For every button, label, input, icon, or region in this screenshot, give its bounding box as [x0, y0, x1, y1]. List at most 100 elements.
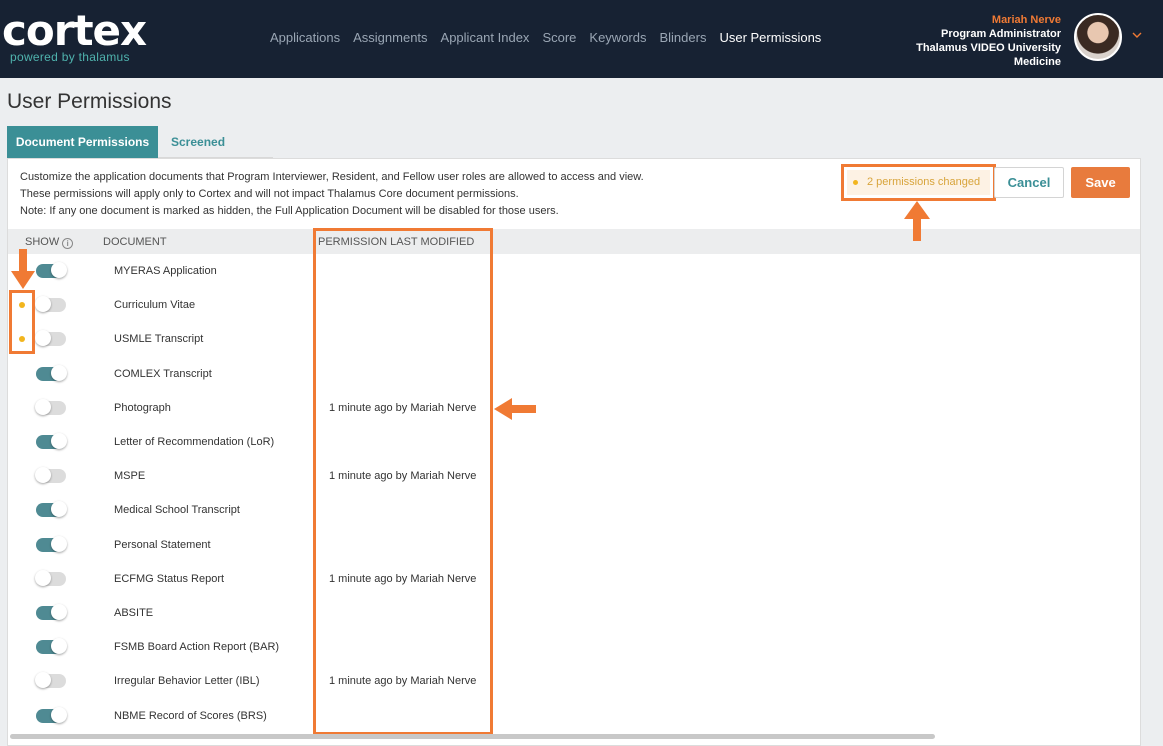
modified-column-highlight	[313, 228, 493, 735]
user-name: Mariah Nerve	[991, 14, 1061, 26]
top-navigation-bar: cortex powered by thalamus Applications …	[0, 0, 1163, 78]
table-header: SHOW i DOCUMENT PERMISSION LAST MODIFIED	[8, 229, 1140, 254]
description-line: These permissions will apply only to Cor…	[20, 188, 519, 200]
document-name: ECFMG Status Report	[114, 572, 225, 585]
save-button[interactable]: Save	[1071, 167, 1130, 198]
nav-score[interactable]: Score	[542, 30, 576, 45]
cancel-button[interactable]: Cancel	[994, 167, 1064, 198]
document-name: Irregular Behavior Letter (IBL)	[114, 675, 260, 688]
document-name: USMLE Transcript	[114, 333, 204, 346]
table-row: COMLEX Transcript	[8, 357, 1140, 391]
show-toggle[interactable]	[36, 433, 67, 449]
description-line: Note: If any one document is marked as h…	[20, 205, 559, 217]
toggle-knob	[51, 262, 67, 278]
document-name: Photograph	[114, 401, 171, 414]
left-arrow-icon	[494, 398, 536, 420]
toggle-knob	[51, 535, 67, 552]
chevron-down-icon[interactable]	[1132, 28, 1142, 42]
document-name: Letter of Recommendation (LoR)	[114, 436, 275, 448]
toggle-knob	[35, 467, 51, 484]
nav-user-permissions[interactable]: User Permissions	[719, 30, 821, 45]
description: Customize the application documents that…	[20, 169, 644, 220]
changed-dots-highlight	[9, 290, 35, 354]
show-toggle[interactable]	[36, 535, 67, 552]
nav-keywords[interactable]: Keywords	[589, 30, 646, 45]
toggle-knob	[51, 364, 67, 381]
user-org: Thalamus VIDEO University	[916, 42, 1061, 54]
horizontal-scrollbar[interactable]	[10, 734, 935, 739]
toggle-knob	[35, 672, 51, 689]
document-name: MSPE	[114, 470, 146, 483]
table-row: Personal Statement	[8, 528, 1140, 562]
document-name: Medical School Transcript	[114, 504, 240, 517]
toggle-knob	[51, 433, 67, 449]
show-toggle[interactable]	[35, 398, 66, 415]
toggle-knob	[35, 330, 51, 347]
toggle-knob	[51, 604, 67, 620]
table-row: Letter of Recommendation (LoR)	[8, 425, 1140, 459]
cortex-logo[interactable]: cortex powered by thalamus	[2, 8, 147, 68]
toggle-knob	[35, 296, 51, 313]
info-icon[interactable]: i	[62, 238, 74, 249]
table-row: Medical School Transcript	[8, 493, 1140, 527]
toggle-knob	[51, 706, 67, 723]
logo-tagline: powered by thalamus	[10, 50, 130, 64]
toggle-knob	[35, 569, 51, 586]
user-role: Program Administrator	[940, 28, 1061, 40]
changed-dot-icon	[853, 179, 858, 185]
show-toggle[interactable]	[35, 296, 66, 313]
document-name: Curriculum Vitae	[114, 299, 196, 312]
table-row: MYERAS Application	[8, 254, 1140, 288]
tab-document-permissions[interactable]: Document Permissions	[7, 126, 158, 158]
show-toggle[interactable]	[35, 569, 66, 586]
show-toggle[interactable]	[36, 501, 67, 518]
header-document: DOCUMENT	[103, 236, 167, 248]
show-toggle[interactable]	[36, 364, 67, 381]
table-row: ABSITE	[8, 596, 1140, 630]
tab-screened-fields[interactable]: Screened Fields	[158, 126, 273, 181]
show-toggle[interactable]	[35, 672, 66, 689]
page-title: User Permissions	[7, 90, 172, 113]
permissions-panel: Customize the application documents that…	[7, 158, 1141, 746]
description-line: Customize the application documents that…	[20, 171, 644, 183]
document-name: Personal Statement	[114, 538, 211, 551]
document-name: FSMB Board Action Report (BAR)	[114, 641, 280, 654]
down-arrow-icon	[11, 249, 35, 289]
show-toggle[interactable]	[36, 706, 67, 723]
show-toggle[interactable]	[35, 467, 66, 484]
permissions-changed-badge: 2 permissions changed	[847, 170, 990, 195]
changed-highlight-box: 2 permissions changed	[841, 164, 996, 201]
nav-applicant-index[interactable]: Applicant Index	[441, 30, 530, 45]
table-row: Curriculum Vitae	[8, 288, 1140, 322]
nav-assignments[interactable]: Assignments	[353, 30, 427, 45]
toggle-knob	[35, 398, 51, 415]
nav-blinders[interactable]: Blinders	[659, 30, 706, 45]
table-row: Irregular Behavior Letter (IBL) 1 minute …	[8, 664, 1140, 698]
document-name: ABSITE	[114, 607, 154, 619]
user-info[interactable]: Mariah Nerve Program Administrator Thala…	[916, 13, 1061, 69]
table-row: MSPE 1 minute ago by Mariah Nerve	[8, 459, 1140, 493]
table-row: ECFMG Status Report 1 minute ago by Maria…	[8, 562, 1140, 596]
toggle-knob	[51, 501, 67, 518]
table-row: FSMB Board Action Report (BAR)	[8, 630, 1140, 664]
logo-wordmark: cortex	[2, 6, 147, 55]
up-arrow-icon	[904, 201, 930, 241]
permission-tabs: Document Permissions Screened Fields	[7, 126, 273, 181]
header-show-label: SHOW	[25, 236, 60, 248]
main-nav: Applications Assignments Applicant Index…	[270, 30, 834, 45]
table-row: Photograph 1 minute ago by Mariah Nerve	[8, 391, 1140, 425]
avatar[interactable]	[1074, 13, 1122, 61]
show-toggle[interactable]	[36, 262, 67, 278]
document-name: NBME Record of Scores (BRS)	[114, 709, 267, 722]
document-name: MYERAS Application	[114, 265, 217, 277]
user-dept: Medicine	[1013, 56, 1061, 68]
header-show: SHOW i	[25, 236, 74, 249]
document-name: COMLEX Transcript	[114, 367, 212, 380]
table-row: NBME Record of Scores (BRS)	[8, 699, 1140, 733]
nav-applications[interactable]: Applications	[270, 30, 340, 45]
toggle-knob	[51, 638, 67, 655]
changed-label: 2 permissions changed	[867, 176, 981, 188]
show-toggle[interactable]	[36, 604, 67, 620]
show-toggle[interactable]	[36, 638, 67, 655]
show-toggle[interactable]	[35, 330, 66, 347]
